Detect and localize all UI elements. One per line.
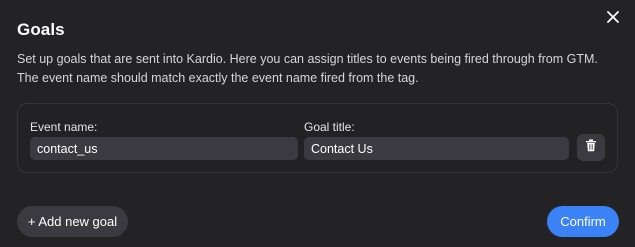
goal-title-input[interactable]	[304, 137, 569, 160]
close-button[interactable]	[604, 8, 622, 26]
trash-icon	[585, 138, 597, 157]
confirm-button[interactable]: Confirm	[547, 206, 619, 237]
goal-title-label: Goal title:	[304, 120, 355, 134]
event-name-input[interactable]	[30, 137, 298, 160]
dialog-title: Goals	[17, 20, 65, 39]
delete-goal-button[interactable]	[577, 134, 605, 161]
goals-dialog: Goals Set up goals that are sent into Ka…	[0, 0, 635, 247]
dialog-description: Set up goals that are sent into Kardio. …	[17, 52, 598, 85]
close-icon	[604, 8, 622, 26]
goal-row: Event name: Goal title:	[17, 103, 618, 173]
add-new-goal-button[interactable]: + Add new goal	[17, 206, 128, 237]
event-name-label: Event name:	[30, 120, 98, 134]
